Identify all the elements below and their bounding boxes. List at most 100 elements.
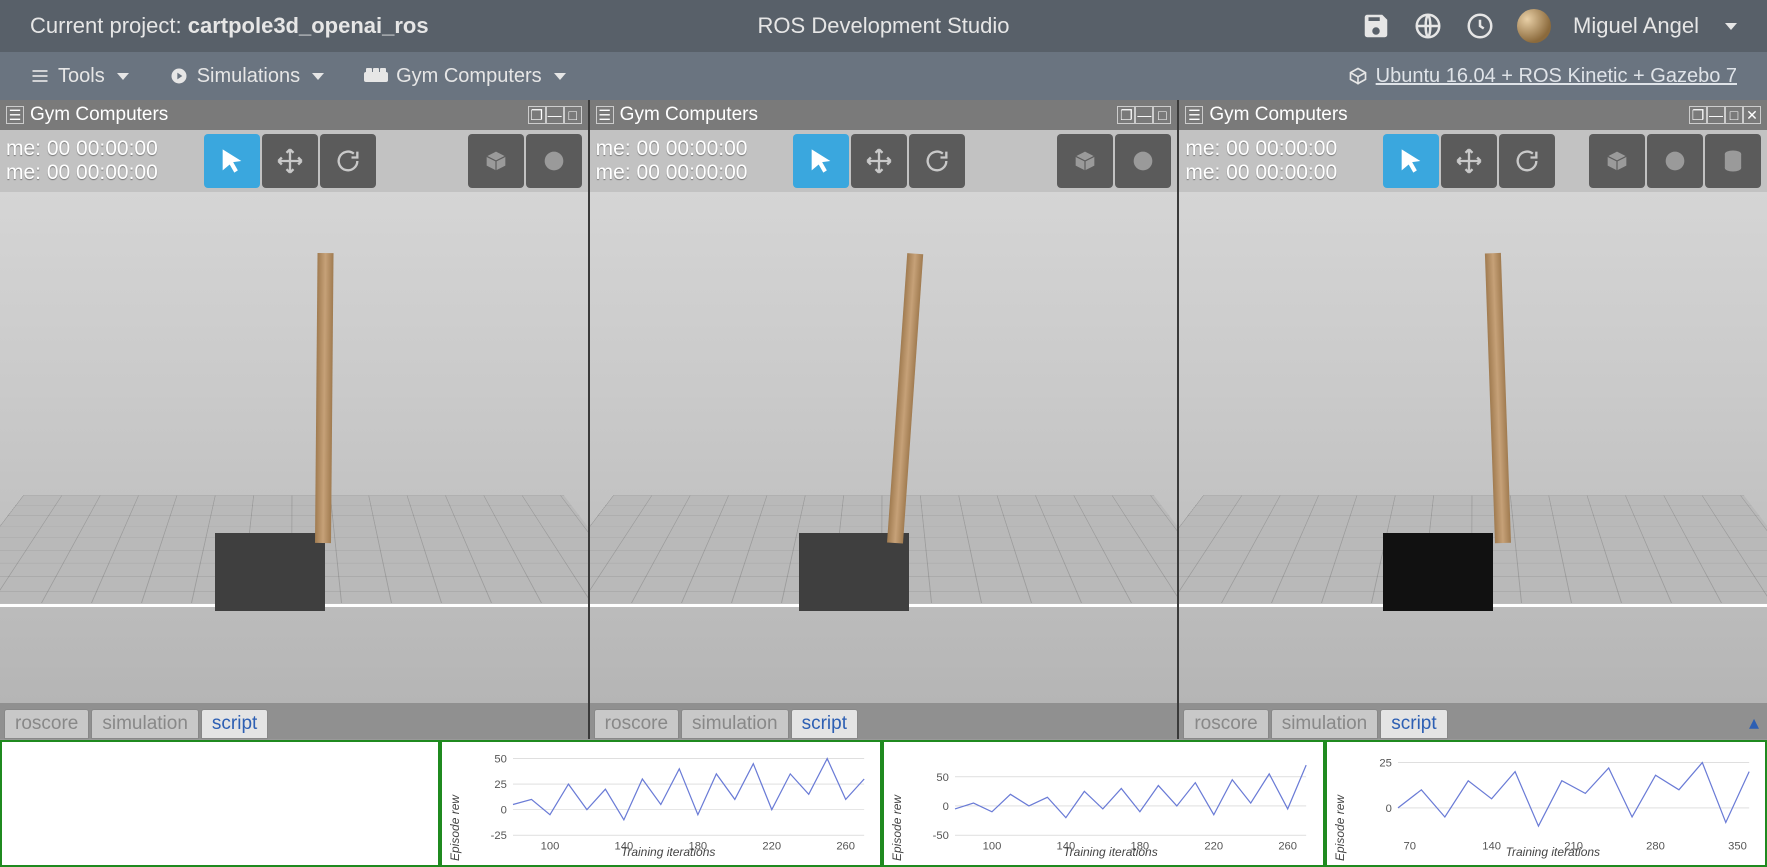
- svg-text:-50: -50: [933, 830, 949, 842]
- chart-svg: 025 70140210280350: [1349, 746, 1757, 861]
- gym-panel: ☰ Gym Computers ❐ — □ me: 00 00:00:00me:…: [0, 100, 590, 739]
- gazebo-viewport[interactable]: [1179, 192, 1767, 703]
- bottom-tabs: roscore simulation script: [0, 703, 588, 739]
- sphere-shape-tool[interactable]: [1115, 134, 1171, 188]
- svg-text:0: 0: [943, 801, 949, 813]
- menu-gym-label: Gym Computers: [396, 65, 542, 88]
- tab-roscore[interactable]: roscore: [4, 709, 89, 739]
- svg-text:50: 50: [494, 754, 506, 766]
- chart-xlabel: Training iterations: [464, 845, 872, 859]
- panel-header: ☰ Gym Computers ❐ — □: [590, 100, 1178, 130]
- panel-icon: ☰: [1185, 106, 1203, 124]
- avatar[interactable]: [1517, 9, 1551, 43]
- tab-script[interactable]: script: [1380, 709, 1447, 739]
- project-label: Current project:: [30, 13, 188, 38]
- save-icon[interactable]: [1361, 11, 1391, 41]
- gazebo-viewport[interactable]: [0, 192, 588, 703]
- menu-gym[interactable]: Gym Computers: [364, 65, 566, 88]
- restore-icon[interactable]: ❐: [528, 106, 546, 124]
- globe-icon[interactable]: [1413, 11, 1443, 41]
- sim-time: me: 00 00:00:00me: 00 00:00:00: [1185, 137, 1337, 185]
- chart-2: Episode rew -50050 100140180220260 Train…: [882, 740, 1324, 867]
- box-shape-tool[interactable]: [1057, 134, 1113, 188]
- svg-text:25: 25: [1379, 758, 1391, 770]
- panel-title: Gym Computers: [1209, 104, 1347, 126]
- charts-row: Episode rew -2502550 100140180220260 Tra…: [0, 739, 1767, 867]
- panel-title: Gym Computers: [30, 104, 168, 126]
- cylinder-shape-tool[interactable]: [1705, 134, 1761, 188]
- chart-ylabel: Episode rew: [888, 746, 906, 861]
- close-icon[interactable]: ✕: [1743, 106, 1761, 124]
- chart-xlabel: Training iterations: [906, 845, 1314, 859]
- panel-header: ☰ Gym Computers ❐ — □: [0, 100, 588, 130]
- panel-header: ☰ Gym Computers ❐ — □ ✕: [1179, 100, 1767, 130]
- menu-simulations-label: Simulations: [197, 65, 300, 88]
- move-tool[interactable]: [1441, 134, 1497, 188]
- move-tool[interactable]: [851, 134, 907, 188]
- menu-simulations[interactable]: Simulations: [169, 65, 324, 88]
- chart-1: Episode rew -2502550 100140180220260 Tra…: [440, 740, 882, 867]
- top-bar: Current project: cartpole3d_openai_ros R…: [0, 0, 1767, 52]
- sphere-shape-tool[interactable]: [1647, 134, 1703, 188]
- panels: ☰ Gym Computers ❐ — □ me: 00 00:00:00me:…: [0, 100, 1767, 739]
- panel-icon: ☰: [596, 106, 614, 124]
- minimize-icon[interactable]: —: [1707, 106, 1725, 124]
- environment-label: Ubuntu 16.04 + ROS Kinetic + Gazebo 7: [1376, 65, 1737, 88]
- tab-roscore[interactable]: roscore: [1183, 709, 1268, 739]
- menu-bar: Tools Simulations Gym Computers Ubuntu 1…: [0, 52, 1767, 100]
- menu-tools[interactable]: Tools: [30, 65, 129, 88]
- restore-icon[interactable]: ❐: [1689, 106, 1707, 124]
- expand-icon[interactable]: ▴: [1745, 706, 1763, 739]
- svg-text:0: 0: [1385, 803, 1391, 815]
- user-name[interactable]: Miguel Angel: [1573, 13, 1699, 39]
- gazebo-viewport[interactable]: [590, 192, 1178, 703]
- gazebo-toolbar: me: 00 00:00:00me: 00 00:00:00: [590, 130, 1178, 192]
- gazebo-toolbar: me: 00 00:00:00me: 00 00:00:00: [0, 130, 588, 192]
- user-menu-caret[interactable]: [1725, 23, 1737, 30]
- svg-text:-25: -25: [491, 830, 507, 842]
- maximize-icon[interactable]: □: [1153, 106, 1171, 124]
- rotate-tool[interactable]: [1499, 134, 1555, 188]
- move-tool[interactable]: [262, 134, 318, 188]
- gazebo-toolbar: me: 00 00:00:00me: 00 00:00:00: [1179, 130, 1767, 192]
- page-title: ROS Development Studio: [599, 13, 1168, 39]
- restore-icon[interactable]: ❐: [1117, 106, 1135, 124]
- select-tool[interactable]: [793, 134, 849, 188]
- tab-roscore[interactable]: roscore: [594, 709, 679, 739]
- chart-ylabel: Episode rew: [1331, 746, 1349, 861]
- maximize-icon[interactable]: □: [1725, 106, 1743, 124]
- minimize-icon[interactable]: —: [1135, 106, 1153, 124]
- tab-simulation[interactable]: simulation: [91, 709, 199, 739]
- select-tool[interactable]: [1383, 134, 1439, 188]
- environment-info[interactable]: Ubuntu 16.04 + ROS Kinetic + Gazebo 7: [1348, 65, 1737, 88]
- minimize-icon[interactable]: —: [546, 106, 564, 124]
- chart-ylabel: Episode rew: [446, 746, 464, 861]
- tab-script[interactable]: script: [791, 709, 858, 739]
- svg-text:25: 25: [494, 779, 506, 791]
- clock-icon[interactable]: [1465, 11, 1495, 41]
- box-shape-tool[interactable]: [1589, 134, 1645, 188]
- panel-icon: ☰: [6, 106, 24, 124]
- rotate-tool[interactable]: [909, 134, 965, 188]
- cart-model: [1383, 533, 1493, 611]
- maximize-icon[interactable]: □: [564, 106, 582, 124]
- cart-model: [799, 533, 909, 611]
- bottom-tabs: roscore simulation script: [590, 703, 1178, 739]
- tab-simulation[interactable]: simulation: [1271, 709, 1379, 739]
- chart-3: Episode rew 025 70140210280350 Training …: [1325, 740, 1767, 867]
- project-info: Current project: cartpole3d_openai_ros: [30, 13, 599, 39]
- sphere-shape-tool[interactable]: [526, 134, 582, 188]
- chart-svg: -2502550 100140180220260: [464, 746, 872, 861]
- chart-xlabel: Training iterations: [1349, 845, 1757, 859]
- svg-text:0: 0: [501, 805, 507, 817]
- project-name: cartpole3d_openai_ros: [188, 13, 429, 38]
- pole-model: [315, 253, 334, 543]
- rotate-tool[interactable]: [320, 134, 376, 188]
- tab-simulation[interactable]: simulation: [681, 709, 789, 739]
- chart-blank: [0, 740, 440, 867]
- sim-time: me: 00 00:00:00me: 00 00:00:00: [596, 137, 748, 185]
- tab-script[interactable]: script: [201, 709, 268, 739]
- select-tool[interactable]: [204, 134, 260, 188]
- box-shape-tool[interactable]: [468, 134, 524, 188]
- svg-text:50: 50: [937, 772, 949, 784]
